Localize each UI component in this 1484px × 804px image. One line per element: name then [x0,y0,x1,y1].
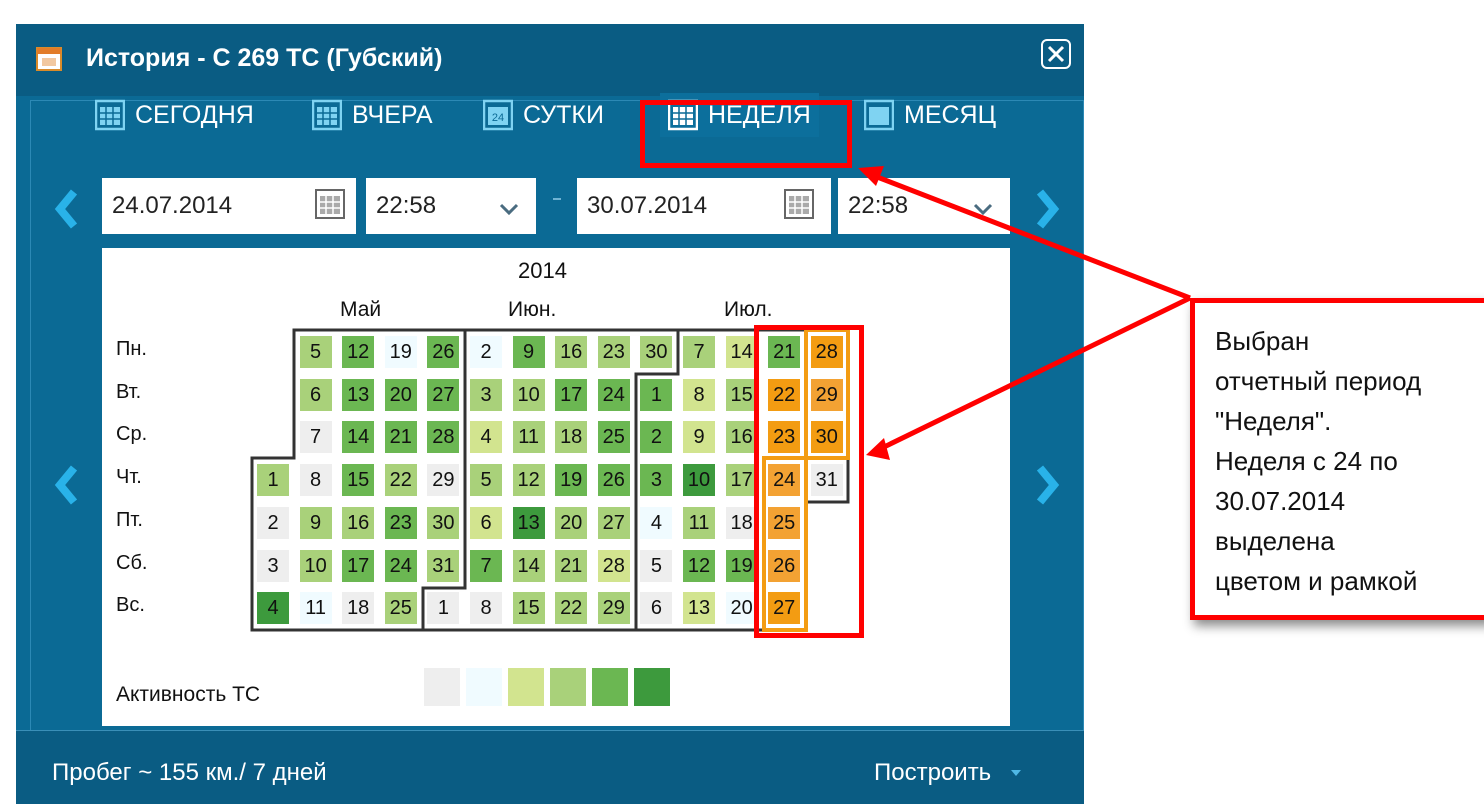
callout-line: Выбран [1215,326,1310,356]
callout-line: 30.07.2014 [1215,486,1346,516]
arrow-to-period [871,172,1191,301]
annotation-callout: Выбран отчетный период "Неделя". Неделя … [1190,298,1484,620]
callout-line: отчетный период [1215,366,1422,396]
callout-line: Неделя с 24 по [1215,446,1398,476]
arrowhead-week [866,438,890,460]
callout-text: Выбран отчетный период "Неделя". Неделя … [1215,321,1421,601]
arrow-to-week [880,295,1192,451]
callout-line: "Неделя". [1215,406,1332,436]
callout-line: выделена [1215,526,1335,556]
callout-line: цветом и рамкой [1215,566,1418,596]
